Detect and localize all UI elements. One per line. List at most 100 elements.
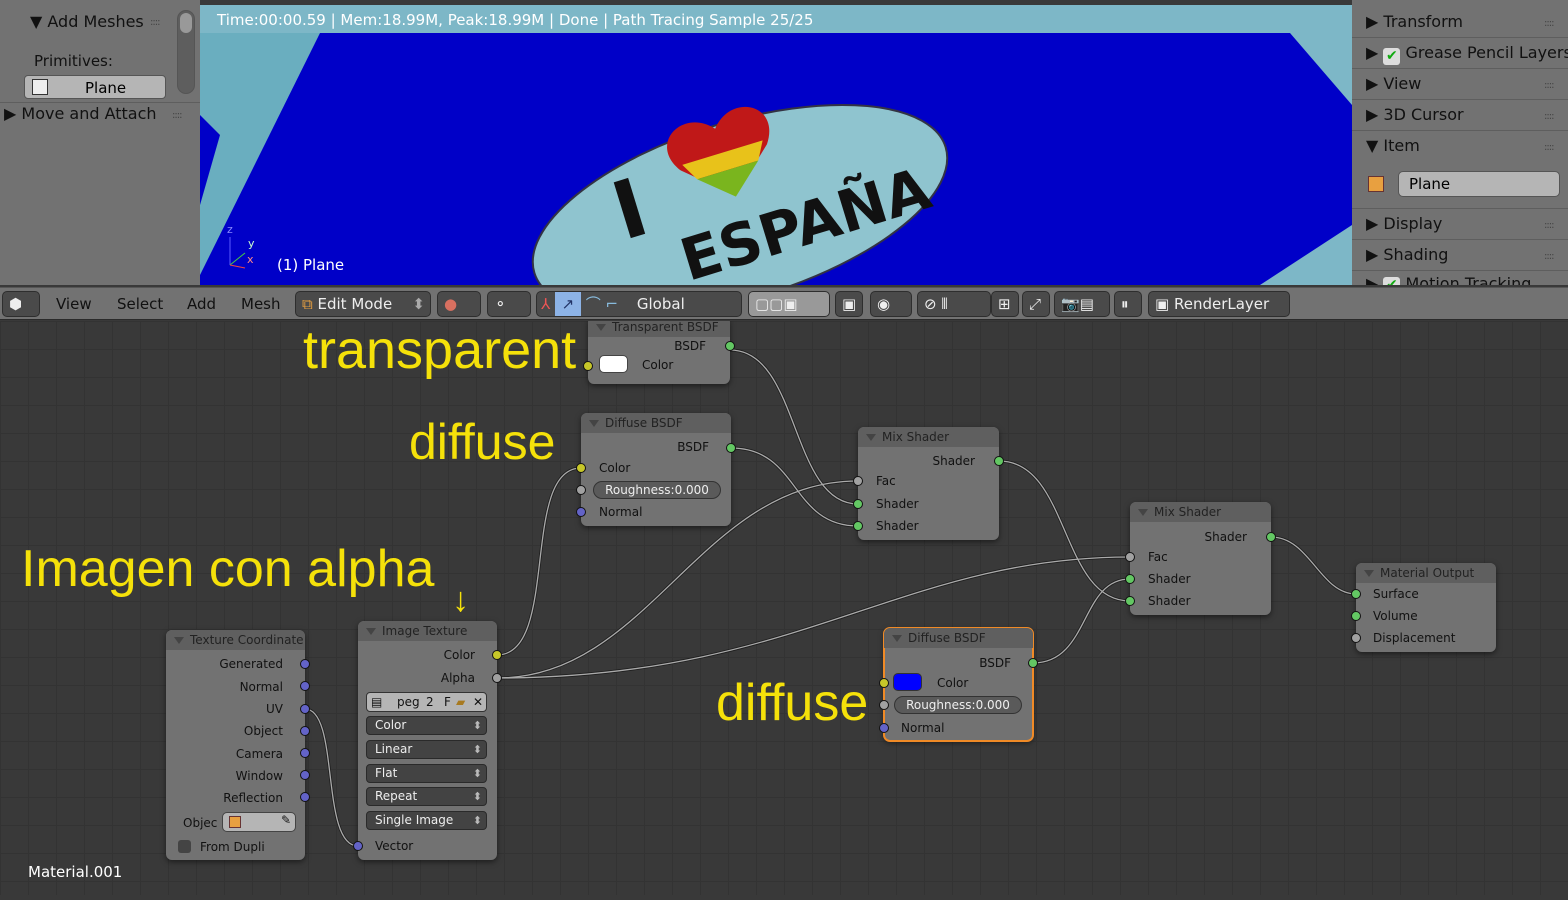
render-buttons[interactable]: 📷▤ [1054, 291, 1110, 317]
shader-input-socket[interactable] [1125, 596, 1135, 606]
mode-dropdown[interactable]: ⧉ Edit Mode ⬍ [295, 291, 431, 317]
manipulator-group[interactable]: ⅄ ↗ ⌒ ⌐ Global [536, 291, 742, 317]
panel-grease-pencil[interactable]: ▶ ✔ Grease Pencil Layers [1366, 43, 1568, 65]
vector-input-socket[interactable] [353, 841, 363, 851]
bsdf-output-socket[interactable] [726, 443, 736, 453]
manipulator-toggle-icon[interactable]: ⅄ [541, 295, 550, 313]
alpha-output-socket[interactable] [492, 673, 502, 683]
eyedropper-icon[interactable]: ✎ [281, 813, 291, 827]
roughness-input-socket[interactable] [576, 485, 586, 495]
diffuse-bsdf-node-2[interactable]: Diffuse BSDF BSDF Color Roughness:0.000 … [879, 627, 1038, 742]
add-meshes-panel-header[interactable]: ▼ Add Meshes [30, 12, 144, 31]
color-input-socket[interactable] [583, 361, 593, 371]
drag-grip-icon[interactable]: :::: [150, 17, 161, 28]
output-socket[interactable] [300, 659, 310, 669]
drag-grip-icon[interactable]: :::: [1544, 80, 1555, 91]
image-texture-node[interactable]: Image Texture Color Alpha ▤ peg 2 F ▰ ✕ … [353, 621, 502, 860]
displacement-input-socket[interactable] [1351, 633, 1361, 643]
panel-view[interactable]: ▶ View [1366, 74, 1421, 93]
extension-dropdown[interactable]: Repeat [366, 787, 487, 806]
drag-grip-icon[interactable]: :::: [1544, 111, 1555, 122]
image-name-field[interactable]: peg [397, 693, 420, 711]
image-browse-icon[interactable]: ▤ [371, 693, 382, 711]
texture-coordinate-node[interactable]: Texture Coordinate Generated Normal UV O… [166, 630, 310, 860]
menu-view[interactable]: View [56, 295, 92, 313]
fac-input-socket[interactable] [853, 476, 863, 486]
panel-motion-tracking[interactable]: ▶ ✔ Motion Tracking [1366, 274, 1531, 285]
from-dupli-checkbox[interactable] [178, 840, 191, 853]
plane-button[interactable]: Plane [24, 75, 166, 99]
editor-type-button[interactable]: ⬢ [2, 291, 40, 317]
panel-item[interactable]: ▼ Item [1366, 136, 1420, 155]
transparent-bsdf-node[interactable]: Transparent BSDF BSDF Color [583, 321, 735, 384]
viewport-shading-dropdown[interactable]: ● [437, 291, 481, 317]
output-socket[interactable] [300, 748, 310, 758]
color-space-dropdown[interactable]: Color [366, 716, 487, 735]
menu-mesh[interactable]: Mesh [241, 295, 281, 313]
drag-grip-icon[interactable]: :::: [1544, 220, 1555, 231]
3d-viewport[interactable]: I ESPAÑA z y x Time:00:00.59 | Mem:18.99… [200, 5, 1352, 285]
color-swatch[interactable] [893, 673, 922, 691]
material-output-node[interactable]: Material Output Surface Volume Displacem… [1351, 563, 1496, 652]
shader-input-socket[interactable] [853, 499, 863, 509]
shader-output-socket[interactable] [1266, 532, 1276, 542]
move-attach-panel-header[interactable]: ▶ Move and Attach [4, 104, 157, 123]
shader-output-socket[interactable] [994, 456, 1004, 466]
drag-grip-icon[interactable]: :::: [1544, 18, 1555, 29]
occlude-button[interactable]: ▣ [835, 291, 863, 317]
roughness-field[interactable]: Roughness:0.000 [593, 481, 721, 499]
output-socket[interactable] [300, 726, 310, 736]
roughness-input-socket[interactable] [879, 700, 889, 710]
surface-input-socket[interactable] [1351, 589, 1361, 599]
mix-shader-node-2[interactable]: Mix Shader Shader Fac Shader Shader [1125, 502, 1276, 615]
object-field[interactable]: ✎ [222, 812, 296, 832]
mix-shader-node[interactable]: Mix Shader Shader Fac Shader Shader [853, 427, 1004, 540]
drag-grip-icon[interactable]: :::: [1544, 251, 1555, 262]
image-selector[interactable]: ▤ peg 2 F ▰ ✕ [366, 692, 487, 712]
checkbox-icon[interactable]: ✔ [1383, 277, 1401, 285]
item-name-field[interactable]: Plane [1398, 171, 1560, 197]
output-socket[interactable] [300, 792, 310, 802]
projection-dropdown[interactable]: Flat [366, 764, 487, 783]
interpolation-dropdown[interactable]: Linear [366, 740, 487, 759]
color-swatch[interactable] [599, 355, 628, 373]
pivot-dropdown[interactable]: ⚬ [487, 291, 531, 317]
color-input-socket[interactable] [576, 463, 586, 473]
volume-input-socket[interactable] [1351, 611, 1361, 621]
translate-icon[interactable]: ↗ [554, 292, 581, 316]
output-socket[interactable] [300, 681, 310, 691]
menu-select[interactable]: Select [117, 295, 163, 313]
bsdf-output-socket[interactable] [725, 341, 735, 351]
checkbox-icon[interactable]: ✔ [1383, 48, 1401, 65]
proportional-edit-dropdown[interactable]: ◉ [870, 291, 912, 317]
fake-user-button[interactable]: F [444, 693, 451, 711]
roughness-field[interactable]: Roughness:0.000 [894, 696, 1022, 714]
panel-display[interactable]: ▶ Display [1366, 214, 1442, 233]
panel-3d-cursor[interactable]: ▶ 3D Cursor [1366, 105, 1464, 124]
fac-input-socket[interactable] [1125, 552, 1135, 562]
panel-shading[interactable]: ▶ Shading [1366, 245, 1448, 264]
unlink-x-icon[interactable]: ✕ [473, 693, 483, 711]
output-socket[interactable] [300, 770, 310, 780]
menu-add[interactable]: Add [187, 295, 216, 313]
scrollbar[interactable] [177, 10, 195, 94]
rotate-icon[interactable]: ⌒ [586, 295, 601, 313]
image-users-count[interactable]: 2 [426, 693, 434, 711]
normal-input-socket[interactable] [576, 507, 586, 517]
snap-target-button[interactable]: ⊞ [991, 291, 1019, 317]
color-input-socket[interactable] [879, 678, 889, 688]
drag-grip-icon[interactable]: :::: [172, 110, 183, 121]
pause-button[interactable]: ⏸ [1114, 291, 1142, 317]
shader-input-socket[interactable] [853, 521, 863, 531]
normal-input-socket[interactable] [879, 723, 889, 733]
uv-tools-button[interactable]: ⤢ [1022, 291, 1050, 317]
color-output-socket[interactable] [492, 650, 502, 660]
render-layer-dropdown[interactable]: ▣ RenderLayer [1148, 291, 1290, 317]
diffuse-bsdf-node[interactable]: Diffuse BSDF BSDF Color Roughness:0.000 … [576, 413, 736, 526]
snap-group[interactable]: ⊘ ⫴ [917, 291, 991, 317]
drag-grip-icon[interactable]: :::: [1544, 142, 1555, 153]
layer-buttons[interactable]: ▢▢▣ [748, 291, 830, 317]
open-folder-icon[interactable]: ▰ [456, 693, 465, 711]
panel-transform[interactable]: ▶ Transform [1366, 12, 1463, 31]
shader-input-socket[interactable] [1125, 574, 1135, 584]
